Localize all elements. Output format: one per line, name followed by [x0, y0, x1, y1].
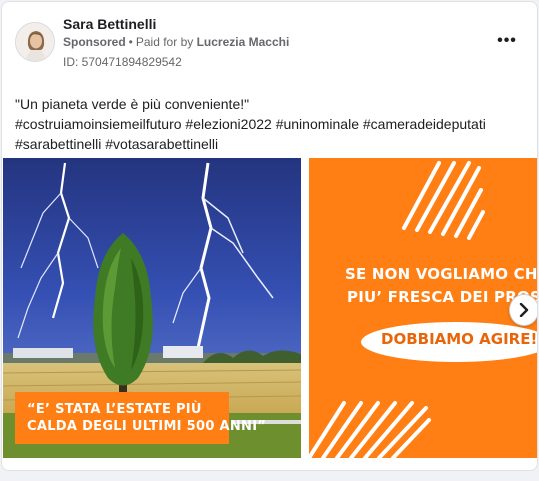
slide2-line: SE NON VOGLIAMO CHE SI — [345, 265, 538, 283]
chevron-right-icon — [519, 303, 529, 317]
sponsored-label: Sponsored — [63, 35, 126, 49]
ad-card: Sara Bettinelli Sponsored • Paid for by Lu… — [1, 1, 538, 471]
author-name[interactable]: Sara Bettinelli — [63, 16, 156, 32]
slide1-quote: “E’ STATA L’ESTATE PIÙ CALDA DEGLI ULTIM… — [15, 392, 267, 444]
carousel-slide-2[interactable]: SE NON VOGLIAMO CHE SI PIU’ FRESCA DEI P… — [309, 158, 538, 458]
slide1-quote-line: CALDA DEGLI ULTIMI 500 ANNI” — [27, 419, 267, 434]
sponsored-meta: Sponsored • Paid for by Lucrezia Macchi — [63, 35, 289, 49]
more-options-icon[interactable]: ••• — [493, 31, 521, 51]
slide2-highlight: DOBBIAMO AGIRE! — [381, 330, 538, 348]
caption-line: "Un pianeta verde è più conveniente!" — [15, 96, 250, 112]
caption-line[interactable]: #costruiamoinsiemeilfuturo #elezioni2022… — [15, 114, 530, 134]
paid-for-name[interactable]: Lucrezia Macchi — [197, 35, 290, 49]
slide1-quote-line: “E’ STATA L’ESTATE PIÙ — [27, 402, 202, 417]
carousel-slide-1[interactable]: “E’ STATA L’ESTATE PIÙ CALDA DEGLI ULTIM… — [3, 158, 301, 458]
post-caption: "Un pianeta verde è più conveniente!" #c… — [15, 94, 530, 154]
slide2-headline: SE NON VOGLIAMO CHE SI PIU’ FRESCA DEI P… — [345, 263, 538, 309]
ad-id: ID: 570471894829542 — [63, 55, 182, 69]
paid-for-label: Paid for by — [135, 35, 194, 49]
carousel-next-button[interactable] — [509, 294, 537, 326]
avatar[interactable] — [15, 22, 55, 62]
caption-line[interactable]: #sarabettinelli #votasarabettinelli — [15, 134, 530, 154]
separator-dot: • — [128, 35, 133, 49]
